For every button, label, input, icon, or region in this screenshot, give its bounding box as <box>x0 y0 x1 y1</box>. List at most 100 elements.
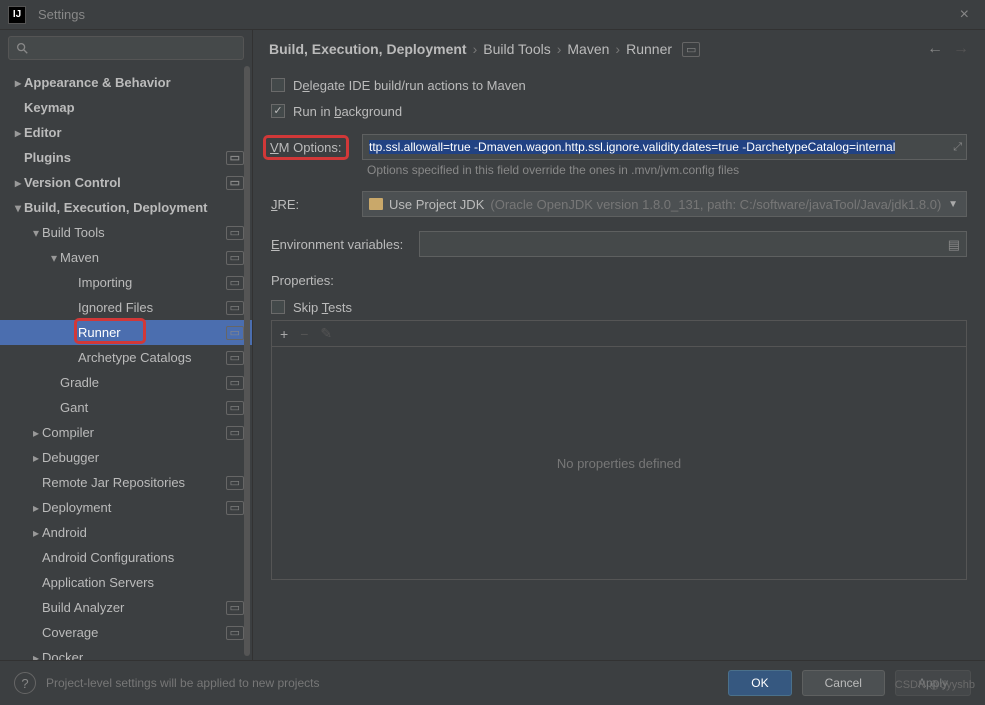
tree-item-build-analyzer[interactable]: Build Analyzer▭ <box>0 595 252 620</box>
project-badge-icon: ▭ <box>226 301 244 315</box>
project-badge-icon: ▭ <box>226 251 244 265</box>
properties-empty-text: No properties defined <box>272 347 966 579</box>
ok-button[interactable]: OK <box>728 670 791 696</box>
chevron-right-icon: › <box>473 41 478 57</box>
tree-arrow-icon[interactable] <box>30 651 42 661</box>
project-badge-icon: ▭ <box>226 476 244 490</box>
tree-item-maven[interactable]: Maven▭ <box>0 245 252 270</box>
tree-item-appearance-behavior[interactable]: Appearance & Behavior <box>0 70 252 95</box>
delegate-checkbox[interactable] <box>271 78 285 92</box>
search-icon <box>15 41 29 55</box>
tree-label: Ignored Files <box>78 300 226 315</box>
crumb[interactable]: Build, Execution, Deployment <box>269 41 467 57</box>
tree-item-application-servers[interactable]: Application Servers <box>0 570 252 595</box>
project-badge-icon: ▭ <box>226 501 244 515</box>
tree-arrow-icon[interactable] <box>48 251 60 265</box>
tree-label: Compiler <box>42 425 226 440</box>
tree-item-deployment[interactable]: Deployment▭ <box>0 495 252 520</box>
tree-item-build-execution-deployment[interactable]: Build, Execution, Deployment <box>0 195 252 220</box>
tree-item-remote-jar-repositories[interactable]: Remote Jar Repositories▭ <box>0 470 252 495</box>
skip-tests-checkbox[interactable] <box>271 300 285 314</box>
add-button[interactable]: + <box>280 326 288 342</box>
tree-item-ignored-files[interactable]: Ignored Files▭ <box>0 295 252 320</box>
tree-item-importing[interactable]: Importing▭ <box>0 270 252 295</box>
tree-item-android[interactable]: Android <box>0 520 252 545</box>
tree-arrow-icon[interactable] <box>30 501 42 515</box>
tree-item-build-tools[interactable]: Build Tools▭ <box>0 220 252 245</box>
tree-label: Keymap <box>24 100 244 115</box>
nav-back-icon[interactable]: ← <box>927 40 943 58</box>
help-button[interactable]: ? <box>14 672 36 694</box>
tree-label: Runner <box>78 325 226 340</box>
close-icon[interactable]: × <box>952 6 977 24</box>
tree-arrow-icon[interactable] <box>12 76 24 90</box>
crumb[interactable]: Maven <box>567 41 609 57</box>
tree-label: Maven <box>60 250 226 265</box>
tree-label: Android Configurations <box>42 550 244 565</box>
tree-arrow-icon[interactable] <box>30 526 42 540</box>
tree-label: Version Control <box>24 175 226 190</box>
tree-label: Coverage <box>42 625 226 640</box>
tree-label: Application Servers <box>42 575 244 590</box>
tree-arrow-icon[interactable] <box>12 201 24 215</box>
tree-arrow-icon[interactable] <box>12 126 24 140</box>
tree-label: Android <box>42 525 244 540</box>
project-badge-icon: ▭ <box>226 626 244 640</box>
tree-arrow-icon[interactable] <box>30 426 42 440</box>
vm-hint: Options specified in this field override… <box>367 163 967 177</box>
crumb[interactable]: Build Tools <box>483 41 550 57</box>
tree-item-plugins[interactable]: Plugins▭ <box>0 145 252 170</box>
vm-options-input[interactable]: ttp.ssl.allowall=true -Dmaven.wagon.http… <box>362 134 967 160</box>
tree-item-editor[interactable]: Editor <box>0 120 252 145</box>
tree-item-debugger[interactable]: Debugger <box>0 445 252 470</box>
jre-dropdown[interactable]: Use Project JDK (Oracle OpenJDK version … <box>362 191 967 217</box>
project-badge-icon: ▭ <box>226 276 244 290</box>
footer: ? Project-level settings will be applied… <box>0 660 985 705</box>
project-badge-icon: ▭ <box>226 326 244 340</box>
tree-label: Editor <box>24 125 244 140</box>
project-badge-icon: ▭ <box>226 151 244 165</box>
remove-button: − <box>300 326 308 342</box>
tree-label: Build Tools <box>42 225 226 240</box>
tree-label: Gant <box>60 400 226 415</box>
chevron-right-icon: › <box>615 41 620 57</box>
breadcrumb: Build, Execution, Deployment › Build Too… <box>269 41 927 57</box>
project-badge-icon: ▭ <box>226 226 244 240</box>
app-icon: IJ <box>8 6 26 24</box>
crumb[interactable]: Runner <box>626 41 672 57</box>
tree-item-keymap[interactable]: Keymap <box>0 95 252 120</box>
tree-arrow-icon[interactable] <box>12 176 24 190</box>
background-checkbox[interactable] <box>271 104 285 118</box>
tree-arrow-icon[interactable] <box>30 451 42 465</box>
properties-label: Properties: <box>271 273 967 288</box>
cancel-button[interactable]: Cancel <box>802 670 885 696</box>
tree-item-coverage[interactable]: Coverage▭ <box>0 620 252 645</box>
tree-item-gant[interactable]: Gant▭ <box>0 395 252 420</box>
tree-item-gradle[interactable]: Gradle▭ <box>0 370 252 395</box>
tree-item-runner[interactable]: Runner▭ <box>0 320 252 345</box>
tree-arrow-icon[interactable] <box>30 226 42 240</box>
tree-item-compiler[interactable]: Compiler▭ <box>0 420 252 445</box>
titlebar: IJ Settings × <box>0 0 985 30</box>
env-input[interactable]: ▤ <box>419 231 967 257</box>
expand-icon[interactable]: ⤢ <box>953 141 962 154</box>
vm-options-label: VM Options: <box>271 140 356 155</box>
background-label: Run in background <box>293 104 402 119</box>
footer-note: Project-level settings will be applied t… <box>46 676 718 690</box>
search-input[interactable] <box>8 36 244 60</box>
scrollbar-thumb[interactable] <box>244 66 250 656</box>
tree-label: Deployment <box>42 500 226 515</box>
tree-label: Build, Execution, Deployment <box>24 200 244 215</box>
list-icon[interactable]: ▤ <box>948 237 960 253</box>
jre-label: JRE: <box>271 197 356 212</box>
edit-button: ✎ <box>320 325 332 342</box>
project-badge-icon: ▭ <box>226 601 244 615</box>
tree-item-docker[interactable]: Docker <box>0 645 252 660</box>
tree-label: Plugins <box>24 150 226 165</box>
chevron-down-icon: ▼ <box>948 199 958 210</box>
tree-item-archetype-catalogs[interactable]: Archetype Catalogs▭ <box>0 345 252 370</box>
properties-table: + − ✎ No properties defined <box>271 320 967 580</box>
tree-item-android-configurations[interactable]: Android Configurations <box>0 545 252 570</box>
tree-item-version-control[interactable]: Version Control▭ <box>0 170 252 195</box>
main-panel: Build, Execution, Deployment › Build Too… <box>253 30 985 660</box>
